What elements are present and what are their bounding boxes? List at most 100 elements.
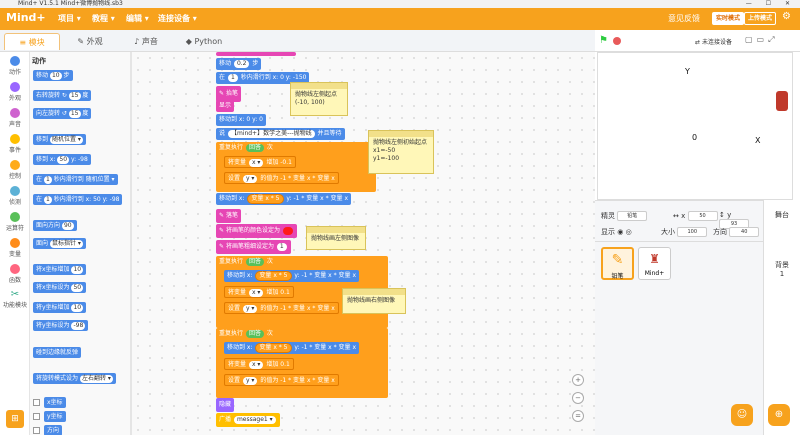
palette-reporter-y[interactable]: y坐标 bbox=[44, 411, 66, 422]
palette-block[interactable]: 将y坐标设为 -98 bbox=[33, 320, 89, 331]
palette-block[interactable]: 移到 随机位置 ▾ bbox=[33, 134, 86, 145]
sprite-thumb-pencil[interactable]: ✎ 铅笔 bbox=[601, 247, 634, 280]
category-motion[interactable]: 动作 bbox=[0, 56, 30, 76]
menu-tutorial[interactable]: 教程 ▾ bbox=[92, 13, 115, 24]
realtime-mode-button[interactable]: 实时模式 bbox=[712, 12, 745, 25]
palette-block[interactable]: 移到 x: 50 y: -98 bbox=[33, 154, 91, 165]
tab-sounds[interactable]: ♪ 声音 bbox=[120, 33, 172, 50]
code-workspace[interactable]: 移动 0.2 步 在 1 秒内滑行到 x: 0 y: -150 ✎ 抬笔 显示 … bbox=[132, 52, 595, 435]
arrows-vertical-icon: ↕ bbox=[719, 211, 725, 219]
palette-block[interactable]: 将x坐标设为 50 bbox=[33, 282, 87, 293]
stage-pane[interactable]: 舞台 背景 1 bbox=[763, 200, 800, 435]
category-looks[interactable]: 外观 bbox=[0, 82, 30, 102]
device-status: ⇄ 未连接设备 bbox=[695, 39, 732, 46]
palette-block[interactable]: 面向 鼠标指针 ▾ bbox=[33, 238, 86, 249]
category-sensing[interactable]: 侦测 bbox=[0, 186, 30, 206]
feedback-link[interactable]: 意见反馈 bbox=[668, 13, 700, 24]
code-block[interactable]: 广播 message1 ▾ bbox=[216, 413, 280, 427]
code-block[interactable]: 移动到 x: 变量 x * 5 y: -1 * 变量 x * 变量 x bbox=[224, 270, 359, 282]
stage-layout-buttons[interactable]: ▢▭⤢ bbox=[745, 35, 779, 45]
sprite-thumb-mindplus[interactable]: ♜ Mind+ bbox=[638, 247, 671, 280]
category-sound[interactable]: 声音 bbox=[0, 108, 30, 128]
window-controls[interactable]: — ☐ ✕ bbox=[746, 0, 796, 8]
sprite-size-input[interactable]: 100 bbox=[677, 227, 708, 237]
code-block[interactable]: 将变量 x ▾ 增加 0.1 bbox=[224, 286, 294, 298]
sprite-name-input[interactable]: 铅笔 bbox=[617, 211, 648, 221]
palette-reporter-x[interactable]: x坐标 bbox=[44, 397, 66, 408]
code-block[interactable]: ✎ 将画笔粗细设定为 1 bbox=[216, 240, 291, 254]
upload-mode-button[interactable]: 上传模式 bbox=[744, 12, 777, 25]
category-extensions[interactable]: ✂ 功能模块 bbox=[0, 290, 30, 310]
stop-icon[interactable] bbox=[613, 37, 621, 45]
category-dot-icon bbox=[10, 108, 20, 118]
category-control[interactable]: 控制 bbox=[0, 160, 30, 180]
block-palette: 动作 移动 10 步 右转旋转 ↻ 15 度 向左旋转 ↺ 15 度 移到 随机… bbox=[30, 52, 132, 435]
code-block[interactable]: 设置 y ▾ 的值为 -1 * 变量 x * 变量 x bbox=[224, 172, 339, 184]
palette-block[interactable]: 面向方向 90 bbox=[33, 220, 77, 231]
tab-costumes[interactable]: ✎ 外观 bbox=[64, 33, 116, 50]
tab-blocks[interactable]: ≡ 模块 bbox=[4, 33, 60, 50]
palette-block[interactable]: 右转旋转 ↻ 15 度 bbox=[33, 90, 92, 101]
palette-block[interactable]: 移动 10 步 bbox=[33, 70, 73, 81]
code-block[interactable]: 移动到 x: 变量 x * 5 y: -1 * 变量 x * 变量 x bbox=[216, 193, 351, 205]
checkbox[interactable] bbox=[33, 399, 40, 406]
palette-reporter-direction[interactable]: 方向 bbox=[44, 425, 63, 435]
category-events[interactable]: 事件 bbox=[0, 134, 30, 154]
code-block[interactable]: 将变量 x ▾ 增加 0.1 bbox=[224, 358, 294, 370]
palette-block[interactable]: 向左旋转 ↺ 15 度 bbox=[33, 108, 92, 119]
comment-note[interactable]: 抛物线左侧初始起点 x1=-50 y1=-100 bbox=[368, 130, 434, 174]
palette-block[interactable]: 碰到边缘就反弹 bbox=[33, 347, 82, 358]
palette-block[interactable]: 在 1 秒内滑行到 随机位置 ▾ bbox=[33, 174, 118, 185]
palette-block[interactable]: 在 1 秒内滑行到 x: 50 y: -98 bbox=[33, 194, 123, 205]
menu-connect-device[interactable]: 连接设备 ▾ bbox=[158, 13, 197, 24]
tab-python[interactable]: ◆ Python bbox=[176, 33, 232, 50]
stage-canvas[interactable]: Y 0 X bbox=[597, 52, 793, 200]
zoom-out-button[interactable]: − bbox=[572, 392, 584, 404]
category-functions[interactable]: 函数 bbox=[0, 264, 30, 284]
code-block[interactable]: 将变量 x ▾ 增加 -0.1 bbox=[224, 156, 296, 168]
stage-header: ⚑ ⇄ 未连接设备 ▢▭⤢ bbox=[595, 30, 800, 52]
code-block[interactable]: 移动到 x: 0 y: 0 bbox=[216, 114, 266, 126]
comment-note[interactable]: 抛物线画左侧图像 bbox=[306, 226, 366, 250]
category-variables[interactable]: 变量 bbox=[0, 238, 30, 258]
code-block[interactable]: ✎ 落笔 bbox=[216, 209, 241, 223]
category-operators[interactable]: 运算符 bbox=[0, 212, 30, 232]
zoom-reset-button[interactable]: = bbox=[572, 410, 584, 422]
code-block[interactable]: ✎ 将画笔的颜色设定为 bbox=[216, 224, 297, 238]
sprite-x-input[interactable]: 50 bbox=[687, 211, 718, 221]
zoom-in-button[interactable]: + bbox=[572, 374, 584, 386]
code-block[interactable]: 移动到 x: 变量 x * 5 y: -1 * 变量 x * 变量 x bbox=[224, 342, 359, 354]
eye-off-icon[interactable]: ◎ bbox=[626, 228, 632, 236]
link-icon: ⇄ bbox=[695, 39, 702, 46]
code-block[interactable]: 设置 y ▾ 的值为 -1 * 变量 x * 变量 x bbox=[224, 374, 339, 386]
category-dot-icon bbox=[10, 134, 20, 144]
sprite-direction-input[interactable]: 40 bbox=[729, 227, 760, 237]
menu-project[interactable]: 项目 ▾ bbox=[58, 13, 81, 24]
pen-icon: ✎ bbox=[219, 227, 226, 234]
add-backdrop-button[interactable]: ⊕ bbox=[768, 404, 790, 426]
comment-note[interactable]: 抛物线左侧起点 (-10, 100) bbox=[290, 82, 348, 116]
code-block[interactable]: 设置 y ▾ 的值为 -1 * 变量 x * 变量 x bbox=[224, 302, 339, 314]
code-block[interactable]: 说 【mind+】数学之美---抛物线 并且等待 bbox=[216, 128, 345, 140]
palette-block[interactable]: 将y坐标增加 10 bbox=[33, 302, 87, 313]
palette-block[interactable]: 将x坐标增加 10 bbox=[33, 264, 87, 275]
mind-plus-sprite[interactable] bbox=[776, 91, 788, 111]
code-block[interactable]: 隐藏 bbox=[216, 398, 235, 412]
menu-edit[interactable]: 编辑 ▾ bbox=[126, 13, 149, 24]
category-dot-icon bbox=[10, 160, 20, 170]
green-flag-icon[interactable]: ⚑ bbox=[599, 35, 608, 46]
sprite-info-pane: 精灵 铅笔 ↔ x 50 ↕ y 93 显示 ◉ ◎ 大小 100 方向 40 bbox=[595, 200, 763, 435]
add-sprite-button[interactable]: ☺ bbox=[731, 404, 753, 426]
palette-block[interactable]: 将旋转模式设为 左右翻转 ▾ bbox=[33, 373, 116, 384]
checkbox[interactable] bbox=[33, 427, 40, 434]
code-block[interactable]: 移动 0.2 步 bbox=[216, 58, 262, 70]
eye-icon[interactable]: ◉ bbox=[617, 228, 623, 236]
editor-tabs: ≡ 模块 ✎ 外观 ♪ 声音 ◆ Python bbox=[0, 30, 595, 52]
code-block[interactable]: 显示 bbox=[216, 100, 235, 112]
extensions-button[interactable]: ⊞ bbox=[6, 410, 24, 428]
color-swatch[interactable] bbox=[282, 226, 293, 235]
checkbox[interactable] bbox=[33, 413, 40, 420]
comment-note[interactable]: 抛物线画右侧图像 bbox=[342, 288, 406, 314]
blocks-icon: ≡ bbox=[19, 38, 29, 47]
gear-icon[interactable]: ⚙ bbox=[782, 11, 791, 22]
